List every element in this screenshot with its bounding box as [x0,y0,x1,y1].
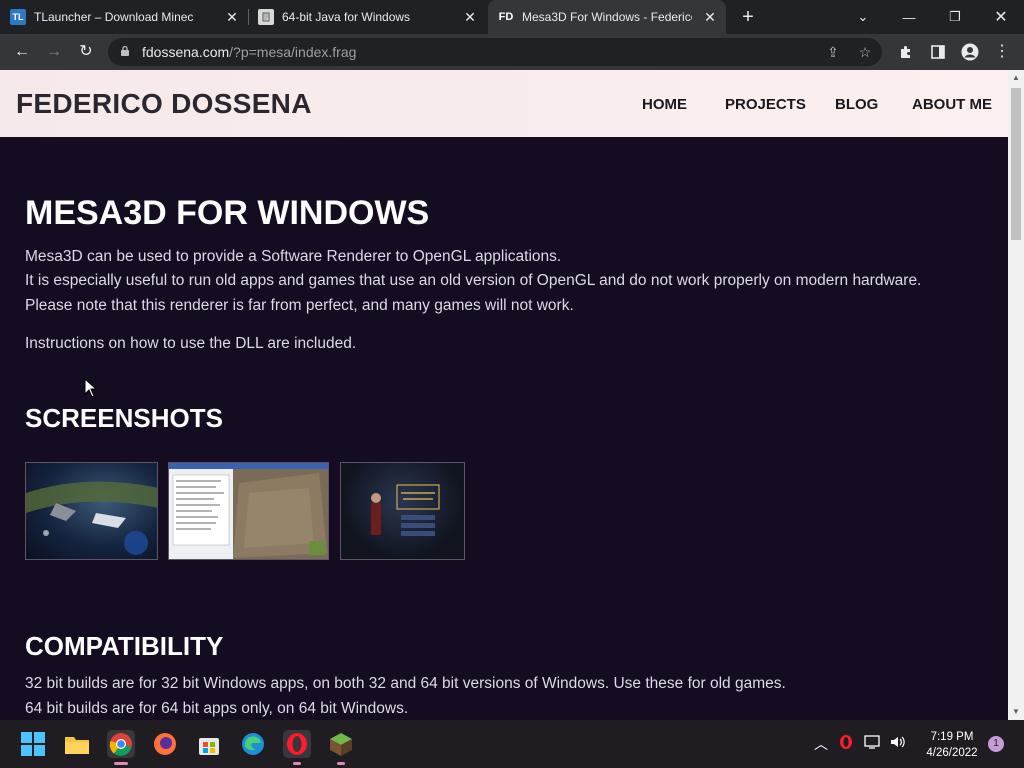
tab-tlauncher[interactable]: TL TLauncher – Download Minecraft ✕ [10,0,248,34]
menu-kebab-icon[interactable]: ⋮ [990,40,1014,64]
nav-about-me[interactable]: ABOUT ME [912,96,992,113]
fd-favicon-icon: FD [498,9,514,25]
tab-title: Mesa3D For Windows - Federico [522,10,692,24]
running-app-indicator [337,762,345,765]
screenshots-heading: SCREENSHOTS [25,403,223,433]
minimize-button[interactable]: — [886,0,932,34]
java-favicon-icon [258,9,274,25]
file-explorer-icon[interactable] [63,730,91,758]
tab-mesa3d[interactable]: FD Mesa3D For Windows - Federico ✕ [488,0,726,34]
close-tab-icon[interactable]: ✕ [702,9,718,25]
firefox-icon[interactable] [151,730,179,758]
chrome-icon[interactable] [107,730,135,758]
running-app-indicator [293,762,301,765]
intro-line: Please note that this renderer is far fr… [25,297,574,314]
clock-time: 7:19 PM [930,731,974,743]
network-icon[interactable] [864,734,882,753]
share-icon[interactable]: ⇪ [824,43,842,61]
tab-title: TLauncher – Download Minecraft [34,10,194,24]
browser-tab-bar: TL TLauncher – Download Minecraft ✕ 64-b… [0,0,1024,34]
nav-home[interactable]: HOME [642,96,687,113]
page-scrollbar[interactable]: ▲ ▼ [1008,70,1024,720]
windows-start-icon[interactable] [19,730,47,758]
volume-icon[interactable] [889,734,907,753]
restore-button[interactable]: ❐ [932,0,978,34]
scroll-down-arrow-icon[interactable]: ▼ [1008,704,1024,720]
web-page: FEDERICO DOSSENA HOME PROJECTS BLOG ABOU… [0,70,1008,720]
active-app-indicator [114,762,128,765]
mouse-cursor-icon [84,378,98,398]
profile-icon[interactable] [958,40,982,64]
close-window-button[interactable]: ✕ [978,0,1024,34]
nav-projects[interactable]: PROJECTS [725,96,806,113]
windows-taskbar: ︿ 7:19 PM 4/26/2022 1 [0,720,1024,768]
compat-line: 64 bit builds are for 64 bit apps only, … [25,700,409,717]
close-tab-icon[interactable]: ✕ [224,9,240,25]
url-path: /?p=mesa/index.frag [229,44,357,60]
bookmark-star-icon[interactable]: ☆ [856,43,874,61]
page-title: MESA3D FOR WINDOWS [25,194,430,232]
minecraft-launcher-icon[interactable] [327,730,355,758]
forward-button[interactable]: → [42,40,66,64]
site-header: FEDERICO DOSSENA HOME PROJECTS BLOG ABOU… [0,70,1008,137]
browser-toolbar: ← → ↻ fdossena.com/?p=mesa/index.frag ⇪ … [0,34,1024,70]
screenshot-thumbnail-window[interactable] [168,462,329,560]
address-bar[interactable]: fdossena.com/?p=mesa/index.frag ⇪ ☆ [108,38,882,66]
lock-icon [121,45,129,56]
screenshot-thumbnail-kotor[interactable] [340,462,465,560]
tab-separator [248,9,249,25]
tlauncher-favicon-icon: TL [10,9,26,25]
screenshot-thumbnail-space[interactable] [25,462,158,560]
compatibility-heading: COMPATIBILITY [25,631,224,661]
microsoft-store-icon[interactable] [195,730,223,758]
edge-icon[interactable] [239,730,267,758]
opera-icon[interactable] [283,730,311,758]
opera-tray-icon[interactable] [838,734,854,753]
site-title[interactable]: FEDERICO DOSSENA [16,88,312,120]
scroll-up-arrow-icon[interactable]: ▲ [1008,70,1024,86]
show-hidden-icons-chevron-icon[interactable]: ︿ [814,734,828,754]
scrollbar-thumb[interactable] [1011,88,1021,240]
instructions-text: Instructions on how to use the DLL are i… [25,335,357,352]
tab-search-icon[interactable]: ⌄ [840,0,886,34]
close-tab-icon[interactable]: ✕ [462,9,478,25]
tab-title: 64-bit Java for Windows [282,10,411,24]
reload-button[interactable]: ↻ [74,40,98,64]
url-host: fdossena.com [142,44,230,60]
intro-line: It is especially useful to run old apps … [25,272,922,289]
clock-date: 4/26/2022 [926,747,978,759]
tab-java[interactable]: 64-bit Java for Windows ✕ [258,0,486,34]
intro-line: Mesa3D can be used to provide a Software… [25,248,562,265]
new-tab-button[interactable]: + [738,7,758,27]
notification-badge[interactable]: 1 [988,736,1004,752]
extensions-icon[interactable] [894,40,918,64]
compat-line: 32 bit builds are for 32 bit Windows app… [25,675,786,692]
system-clock[interactable]: 7:19 PM 4/26/2022 [916,729,988,761]
back-button[interactable]: ← [10,40,34,64]
nav-blog[interactable]: BLOG [835,96,878,113]
side-panel-icon[interactable] [926,40,950,64]
url-text[interactable]: fdossena.com/?p=mesa/index.frag [142,44,356,60]
